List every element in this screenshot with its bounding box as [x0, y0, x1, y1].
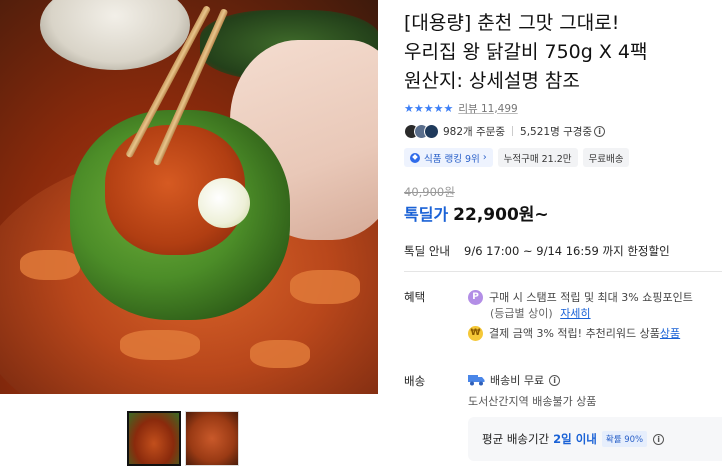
avg-delivery-label: 평균 배송기간	[482, 432, 550, 446]
sale-price-row: 톡딜가 22,900원~	[404, 200, 549, 225]
point-icon: P	[468, 289, 483, 305]
viewers-count: 5,521명 구경중	[520, 125, 593, 138]
rating-row[interactable]: ★★★★★ 리뷰 11,499	[404, 101, 518, 115]
rank-badge[interactable]: 식품 랭킹 9위 ›	[404, 148, 493, 167]
info-icon[interactable]: i	[549, 374, 561, 386]
cumulative-badge: 누적구매 21.2만	[497, 148, 578, 167]
delivery-probability-badge: 확률 90%	[601, 431, 648, 447]
orders-count: 982개 주문중	[443, 125, 506, 138]
deal-info-row: 톡딜 안내 9/6 17:00 ~ 9/14 16:59 까지 한정할인	[404, 243, 670, 259]
rank-badge-label: 식품 랭킹 9위	[424, 153, 480, 165]
payment-benefit: ₩ 결제 금액 3% 적립! 추천리워드 상품 상품	[468, 325, 680, 341]
details-link[interactable]: 자세히	[560, 307, 590, 320]
product-link[interactable]: 상품	[660, 325, 680, 341]
truck-icon	[468, 375, 485, 386]
chicken-chunk	[20, 250, 80, 280]
rank-icon	[410, 152, 420, 163]
deal-period: 9/6 17:00 ~ 9/14 16:59 까지 한정할인	[464, 244, 670, 258]
benefits-label: 혜택	[404, 290, 426, 304]
title-line: 우리집 왕 닭갈비 750g X 4팩	[404, 41, 648, 63]
sale-label: 톡딜가	[404, 205, 449, 224]
original-price: 40,900원	[404, 185, 455, 199]
social-proof-row: 982개 주문중 5,521명 구경중 i	[404, 123, 606, 139]
shipping-fee-row: 배송비 무료 i	[468, 372, 561, 388]
info-icon[interactable]: i	[594, 125, 606, 137]
side-dish-bowl	[40, 0, 190, 70]
star-rating-icon: ★★★★★	[404, 101, 454, 115]
stamp-benefit-sub: (등급별 상이) 자세히	[490, 305, 591, 321]
chevron-right-icon: ›	[479, 152, 487, 163]
coin-icon: ₩	[468, 325, 483, 341]
stamp-benefit: P 구매 시 스탬프 적립 및 최대 3% 쇼핑포인트	[468, 289, 693, 305]
avg-delivery-value: 2일 이내	[553, 432, 597, 446]
chicken-chunk	[290, 270, 360, 304]
info-icon[interactable]: i	[653, 433, 665, 445]
deal-label: 톡딜 안내	[404, 244, 450, 258]
stamp-benefit-text: 구매 시 스탬프 적립 및 최대 3% 쇼핑포인트	[489, 291, 693, 304]
title-line: 원산지: 상세설명 참조	[404, 70, 580, 92]
avatar	[424, 123, 439, 139]
chicken-chunk	[250, 340, 310, 368]
product-info-panel: [대용량] 춘천 그맛 그대로! 우리집 왕 닭갈비 750g X 4팩 원산지…	[404, 0, 722, 467]
shipping-fee: 배송비 무료	[490, 374, 545, 387]
thumbnail-1[interactable]	[127, 411, 181, 466]
title-line: [대용량] 춘천 그맛 그대로!	[404, 12, 620, 34]
sale-price: 22,900원~	[453, 205, 549, 225]
product-title: [대용량] 춘천 그맛 그대로! 우리집 왕 닭갈비 750g X 4팩 원산지…	[404, 9, 722, 96]
shipping-note: 도서산간지역 배송불가 상품	[468, 395, 597, 408]
free-shipping-badge: 무료배송	[582, 148, 630, 167]
buyer-avatars	[404, 123, 439, 139]
payment-benefit-text: 결제 금액 3% 적립! 추천리워드 상품	[489, 327, 660, 340]
thumbnail-2[interactable]	[185, 411, 239, 466]
shipping-label: 배송	[404, 374, 426, 388]
garlic	[198, 178, 250, 228]
stamp-sub-text: (등급별 상이)	[490, 307, 553, 320]
chicken-chunk	[120, 330, 200, 360]
badge-chips: 식품 랭킹 9위 › 누적구매 21.2만 무료배송	[404, 148, 630, 167]
review-count-link[interactable]: 리뷰 11,499	[458, 101, 517, 116]
product-main-image[interactable]	[0, 0, 378, 394]
avg-delivery-box: 평균 배송기간 2일 이내 확률 90% i	[468, 417, 722, 461]
section-divider	[404, 271, 722, 272]
divider	[512, 126, 514, 136]
